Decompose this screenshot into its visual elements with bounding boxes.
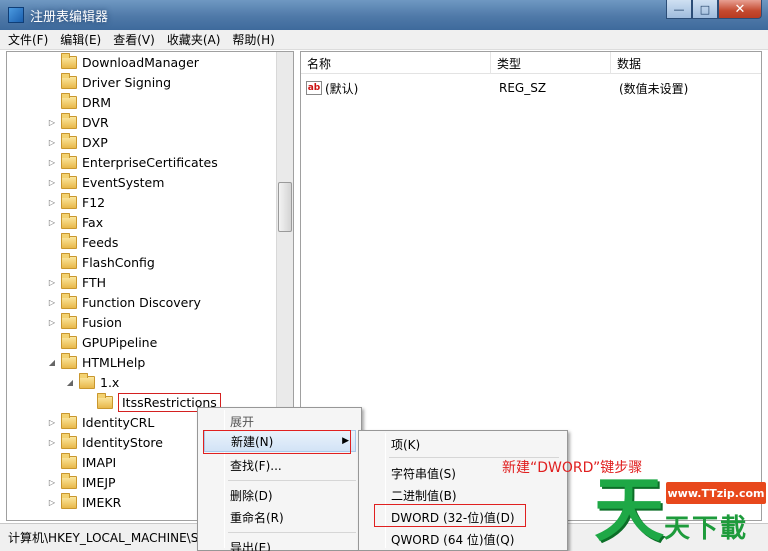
submenu-arrow-icon: ▶ <box>342 436 349 446</box>
submenu-item-qword-value[interactable]: QWORD (64 位)值(Q) <box>359 528 567 550</box>
menu-item-rename[interactable]: 重命名(R) <box>198 506 361 528</box>
menu-separator <box>228 532 356 533</box>
submenu-item-key[interactable]: 项(K) <box>359 433 567 455</box>
watermark-url: www.TTzip.com <box>666 482 766 504</box>
context-menu: 展开 新建(N) ▶ 查找(F)... 删除(D) 重命名(R) 导出(E) <box>197 407 362 551</box>
menu-item-expand[interactable]: 展开 <box>198 410 361 432</box>
menu-item-delete[interactable]: 删除(D) <box>198 484 361 506</box>
watermark-logo: 天 www.TTzip.com 天下載 <box>590 470 768 548</box>
menu-separator <box>228 480 356 481</box>
submenu-item-dword-value[interactable]: DWORD (32-位)值(D) <box>359 506 567 528</box>
new-submenu: 项(K) 字符串值(S) 二进制值(B) DWORD (32-位)值(D) QW… <box>358 430 568 551</box>
menu-item-new-label: 新建(N) <box>231 434 274 449</box>
watermark-subtitle: 天下載 <box>664 514 749 544</box>
watermark-big-char: 天 <box>594 469 664 551</box>
menu-item-export[interactable]: 导出(E) <box>198 536 361 551</box>
menu-item-find[interactable]: 查找(F)... <box>198 454 361 476</box>
submenu-item-binary-value[interactable]: 二进制值(B) <box>359 484 567 506</box>
menu-item-new[interactable]: 新建(N) ▶ <box>204 430 356 452</box>
